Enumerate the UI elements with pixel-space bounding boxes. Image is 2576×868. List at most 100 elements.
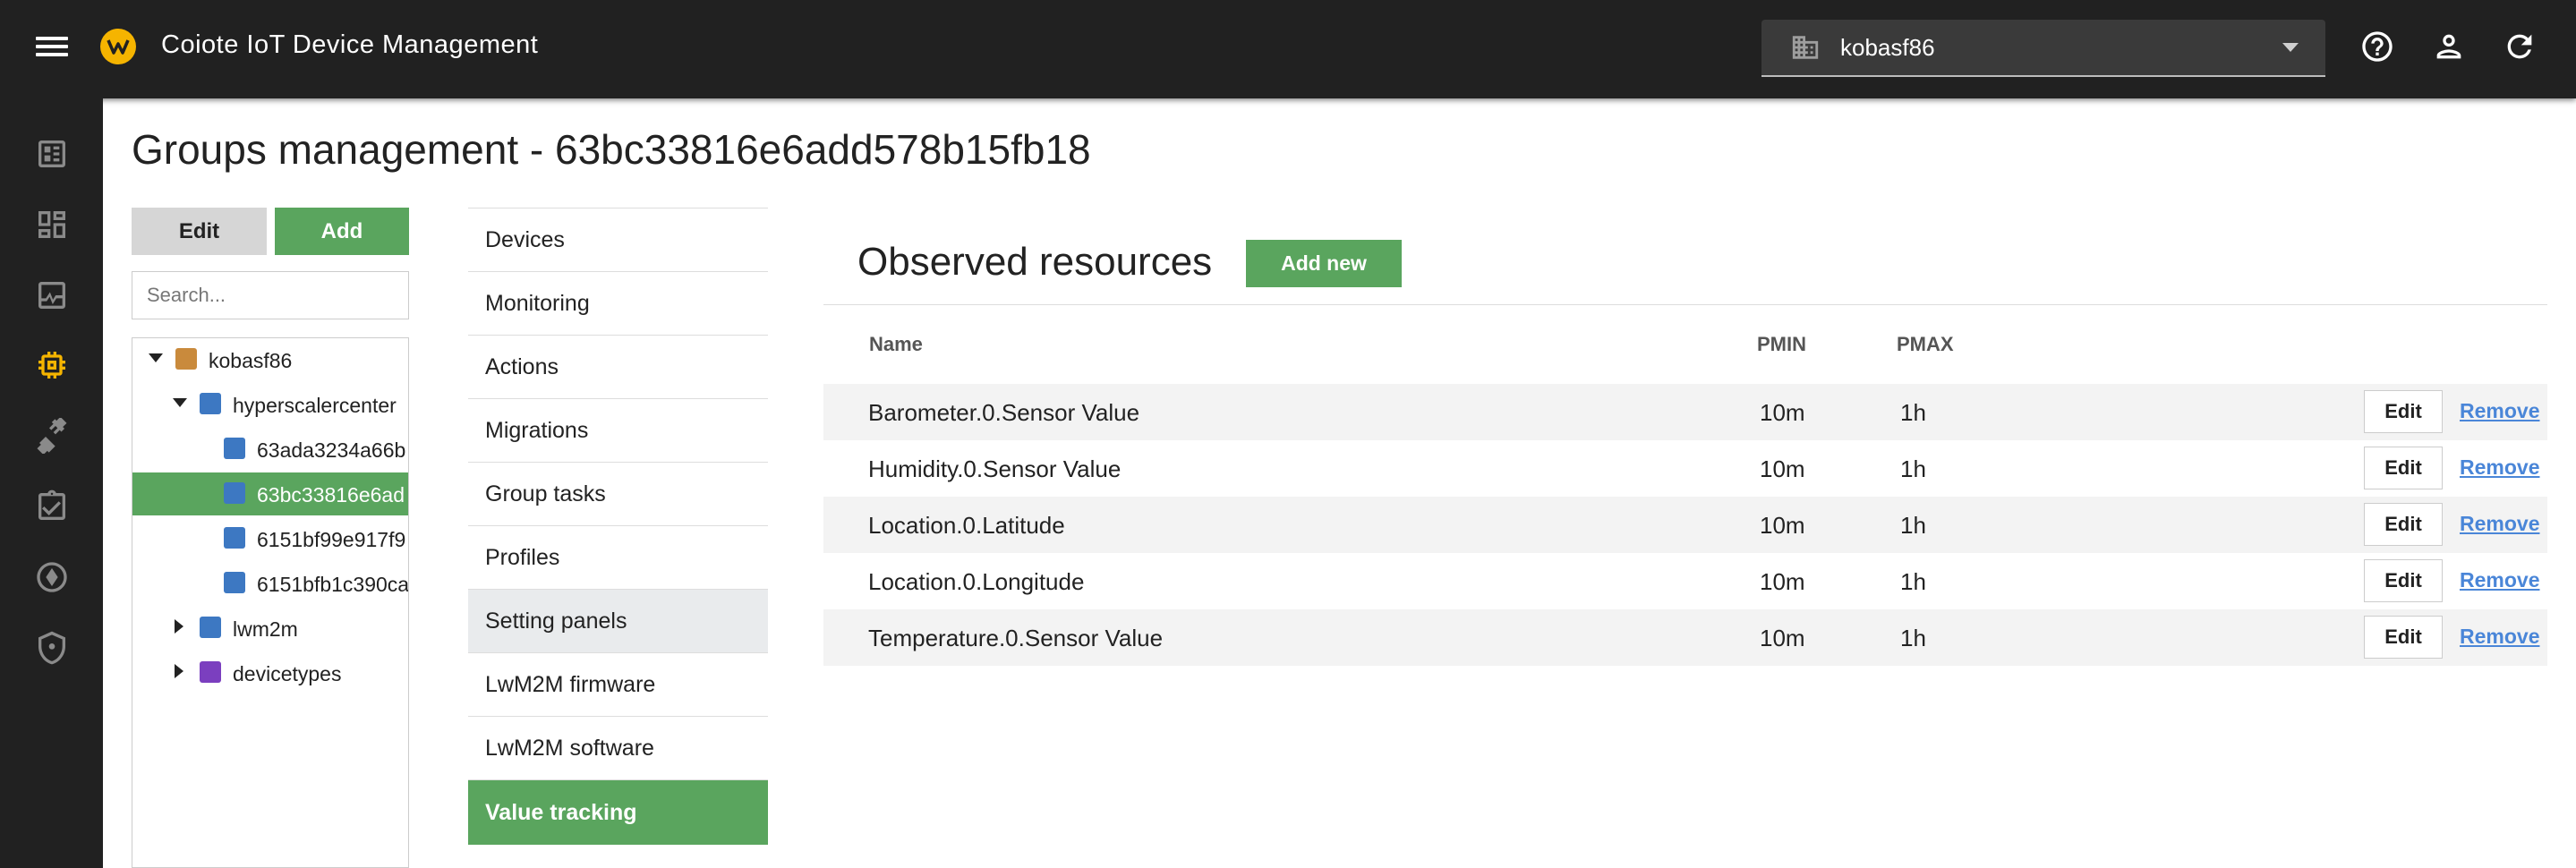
monitoring-icon[interactable] xyxy=(34,277,70,313)
remove-row-link[interactable]: Remove xyxy=(2460,625,2539,649)
remove-row-link[interactable]: Remove xyxy=(2460,512,2539,536)
edit-row-button[interactable]: Edit xyxy=(2364,503,2443,546)
tree-node-group[interactable]: 6151bfb1c390ca xyxy=(132,562,408,605)
remove-row-link[interactable]: Remove xyxy=(2460,568,2539,592)
tree-node-label: 6151bfb1c390ca xyxy=(257,573,408,596)
resource-name: Barometer.0.Sensor Value xyxy=(868,399,1140,426)
table-row: Barometer.0.Sensor Value 10m 1h Edit Rem… xyxy=(823,384,2547,440)
resource-name: Humidity.0.Sensor Value xyxy=(868,455,1122,482)
menu-item-setting-panels[interactable]: Setting panels xyxy=(468,589,768,652)
tree-node-selected-group[interactable]: 63bc33816e6ad xyxy=(132,472,408,515)
menu-item-migrations[interactable]: Migrations xyxy=(468,398,768,462)
table-row: Temperature.0.Sensor Value 10m 1h Edit R… xyxy=(823,609,2547,666)
menu-item-actions[interactable]: Actions xyxy=(468,335,768,398)
group-cube-icon xyxy=(200,393,221,414)
tree-node-label: kobasf86 xyxy=(209,349,293,372)
group-cube-icon xyxy=(224,482,245,504)
resource-pmax: 1h xyxy=(1900,399,1926,426)
resource-name: Location.0.Longitude xyxy=(868,568,1085,595)
account-icon[interactable] xyxy=(2431,29,2467,64)
edit-row-button[interactable]: Edit xyxy=(2364,390,2443,433)
coiote-logo xyxy=(100,29,136,64)
expanded-arrow-icon[interactable] xyxy=(173,398,187,407)
tenant-name: kobasf86 xyxy=(1840,34,1935,61)
tasks-icon[interactable] xyxy=(34,489,70,524)
group-tree: kobasf86 hyperscalercenter 63ada3234a66b… xyxy=(132,337,409,868)
column-header-pmin[interactable]: PMIN xyxy=(1757,333,1806,356)
tree-node-label: 6151bf99e917f9 xyxy=(257,528,406,551)
app-title: Coiote IoT Device Management xyxy=(161,30,539,59)
page-title: Groups management - 63bc33816e6add578b15… xyxy=(132,126,1091,173)
top-app-bar: Coiote IoT Device Management kobasf86 xyxy=(0,0,2576,98)
group-search-input[interactable] xyxy=(132,271,409,319)
help-icon[interactable] xyxy=(2359,29,2395,64)
resource-pmin: 10m xyxy=(1760,512,1805,539)
observed-resources-header: Observed resources Add new xyxy=(823,208,2547,305)
add-group-button[interactable]: Add xyxy=(275,208,409,255)
group-section-menu: Devices Monitoring Actions Migrations Gr… xyxy=(468,208,768,845)
lens-icon[interactable] xyxy=(34,559,70,595)
tree-node-devicetypes[interactable]: devicetypes xyxy=(132,651,408,694)
tenant-selector[interactable]: kobasf86 xyxy=(1761,20,2325,77)
section-title: Observed resources xyxy=(857,240,1213,284)
table-row: Location.0.Longitude 10m 1h Edit Remove xyxy=(823,553,2547,609)
resource-pmax: 1h xyxy=(1900,625,1926,651)
menu-item-lwm2m-firmware[interactable]: LwM2M firmware xyxy=(468,652,768,716)
resource-pmin: 10m xyxy=(1760,455,1805,482)
edit-row-button[interactable]: Edit xyxy=(2364,447,2443,489)
menu-item-monitoring[interactable]: Monitoring xyxy=(468,271,768,335)
group-cube-icon xyxy=(224,572,245,593)
edit-group-button[interactable]: Edit xyxy=(132,208,267,255)
resource-name: Temperature.0.Sensor Value xyxy=(868,625,1164,651)
tree-node-label: lwm2m xyxy=(233,617,298,641)
resource-pmax: 1h xyxy=(1900,455,1926,482)
collapsed-arrow-icon[interactable] xyxy=(175,664,183,678)
resource-pmin: 10m xyxy=(1760,399,1805,426)
tree-node-label: 63bc33816e6ad xyxy=(257,483,405,506)
add-new-button[interactable]: Add new xyxy=(1246,240,1402,287)
resource-pmax: 1h xyxy=(1900,568,1926,595)
menu-item-profiles[interactable]: Profiles xyxy=(468,525,768,589)
tree-node-kobasf86[interactable]: kobasf86 xyxy=(132,338,408,381)
security-icon[interactable] xyxy=(34,630,70,666)
group-cube-icon xyxy=(200,617,221,638)
menu-item-devices[interactable]: Devices xyxy=(468,208,768,271)
device-chip-icon[interactable] xyxy=(34,347,70,383)
devicetype-cube-icon xyxy=(200,661,221,683)
group-cube-icon xyxy=(224,527,245,549)
menu-item-group-tasks[interactable]: Group tasks xyxy=(468,462,768,525)
table-row: Humidity.0.Sensor Value 10m 1h Edit Remo… xyxy=(823,440,2547,497)
menu-item-value-tracking[interactable]: Value tracking xyxy=(468,779,768,845)
chevron-down-icon xyxy=(2282,43,2299,52)
collapsed-arrow-icon[interactable] xyxy=(175,619,183,634)
tree-node-label: 63ada3234a66b xyxy=(257,438,406,462)
menu-item-lwm2m-software[interactable]: LwM2M software xyxy=(468,716,768,779)
widgets-icon[interactable] xyxy=(34,207,70,243)
column-header-name[interactable]: Name xyxy=(869,333,923,356)
tree-node-label: hyperscalercenter xyxy=(233,394,397,417)
tree-node-label: devicetypes xyxy=(233,662,342,685)
refresh-icon[interactable] xyxy=(2502,29,2538,64)
resource-pmin: 10m xyxy=(1760,625,1805,651)
hamburger-icon[interactable] xyxy=(36,32,68,64)
tree-node-hyperscalercenter[interactable]: hyperscalercenter xyxy=(132,383,408,426)
remove-row-link[interactable]: Remove xyxy=(2460,399,2539,423)
group-cube-icon xyxy=(224,438,245,459)
navigation-rail xyxy=(0,98,103,868)
edit-row-button[interactable]: Edit xyxy=(2364,616,2443,659)
connector-icon[interactable] xyxy=(34,418,70,454)
tree-node-group[interactable]: 6151bf99e917f9 xyxy=(132,517,408,560)
remove-row-link[interactable]: Remove xyxy=(2460,455,2539,480)
column-header-pmax[interactable]: PMAX xyxy=(1897,333,1954,356)
resource-name: Location.0.Latitude xyxy=(868,512,1065,539)
tree-node-group[interactable]: 63ada3234a66b xyxy=(132,428,408,471)
tree-node-lwm2m[interactable]: lwm2m xyxy=(132,607,408,650)
edit-row-button[interactable]: Edit xyxy=(2364,559,2443,602)
resource-pmin: 10m xyxy=(1760,568,1805,595)
expanded-arrow-icon[interactable] xyxy=(149,353,163,362)
building-icon xyxy=(1792,36,1819,59)
table-row: Location.0.Latitude 10m 1h Edit Remove xyxy=(823,497,2547,553)
domain-cube-icon xyxy=(175,348,197,370)
dashboard-icon[interactable] xyxy=(34,136,70,172)
resource-pmax: 1h xyxy=(1900,512,1926,539)
